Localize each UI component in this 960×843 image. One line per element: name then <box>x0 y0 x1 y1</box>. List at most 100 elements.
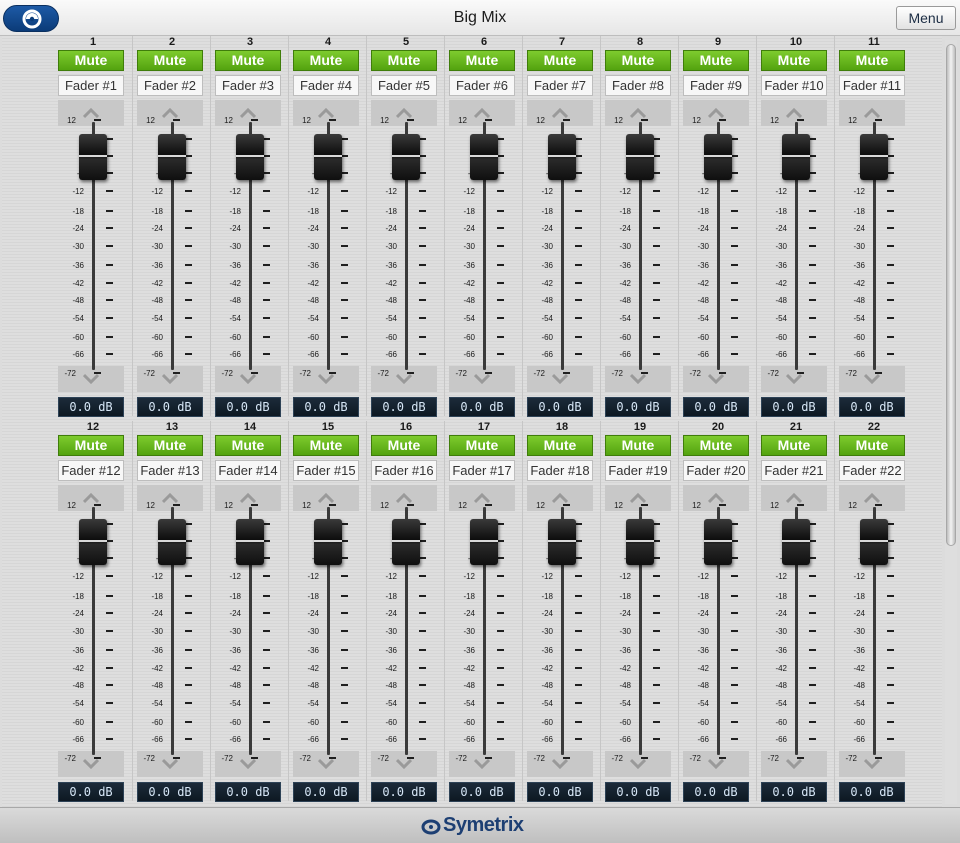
scale-tick-mark <box>731 353 738 355</box>
mute-button[interactable]: Mute <box>527 50 593 71</box>
level-readout[interactable]: 0.0 dB <box>605 782 671 802</box>
scale-tick-mark <box>887 227 894 229</box>
mute-button[interactable]: Mute <box>683 50 749 71</box>
fader-knob[interactable] <box>392 519 420 565</box>
fader-knob[interactable] <box>470 519 498 565</box>
fader-knob[interactable] <box>236 134 264 180</box>
fader-knob[interactable] <box>626 134 654 180</box>
level-readout[interactable]: 0.0 dB <box>839 782 905 802</box>
scale-tick-label: -12 <box>151 572 163 581</box>
fader-knob[interactable] <box>314 519 342 565</box>
mute-button[interactable]: Mute <box>839 50 905 71</box>
level-readout[interactable]: 0.0 dB <box>293 782 359 802</box>
fader-knob[interactable] <box>79 134 107 180</box>
fader-knob[interactable] <box>860 519 888 565</box>
scale-tick-label: -60 <box>72 333 84 342</box>
level-readout[interactable]: 0.0 dB <box>371 397 437 417</box>
mute-button[interactable]: Mute <box>371 435 437 456</box>
scale-tick-label: 12 <box>458 501 467 510</box>
mute-button[interactable]: Mute <box>761 435 827 456</box>
fader-knob[interactable] <box>236 519 264 565</box>
mute-button[interactable]: Mute <box>839 435 905 456</box>
scale-tick-mark <box>887 138 894 140</box>
scale-tick-mark <box>263 667 270 669</box>
scale-tick-mark <box>341 612 348 614</box>
level-readout[interactable]: 0.0 dB <box>839 397 905 417</box>
menu-button[interactable]: Menu <box>896 6 956 30</box>
mute-button[interactable]: Mute <box>761 50 827 71</box>
mute-button[interactable]: Mute <box>58 50 124 71</box>
fader-knob[interactable] <box>79 519 107 565</box>
scale-tick-label: -18 <box>229 592 241 601</box>
level-readout[interactable]: 0.0 dB <box>58 782 124 802</box>
mute-button[interactable]: Mute <box>215 435 281 456</box>
fader-knob[interactable] <box>626 519 654 565</box>
scale-tick-label: -42 <box>619 279 631 288</box>
mute-button[interactable]: Mute <box>215 50 281 71</box>
level-readout[interactable]: 0.0 dB <box>527 782 593 802</box>
mute-button[interactable]: Mute <box>371 50 437 71</box>
scale-tick-mark <box>341 595 348 597</box>
fader-knob[interactable] <box>314 134 342 180</box>
level-readout[interactable]: 0.0 dB <box>371 782 437 802</box>
scale-tick-mark <box>419 523 426 525</box>
fader-knob[interactable] <box>782 519 810 565</box>
level-readout[interactable]: 0.0 dB <box>58 397 124 417</box>
fader-knob[interactable] <box>782 134 810 180</box>
mute-button[interactable]: Mute <box>293 50 359 71</box>
scale-tick-label: -72 <box>455 369 467 378</box>
level-readout[interactable]: 0.0 dB <box>761 782 827 802</box>
mute-button[interactable]: Mute <box>449 50 515 71</box>
mute-button[interactable]: Mute <box>293 435 359 456</box>
level-readout[interactable]: 0.0 dB <box>449 397 515 417</box>
fader-knob[interactable] <box>470 134 498 180</box>
mute-button[interactable]: Mute <box>683 435 749 456</box>
mute-button[interactable]: Mute <box>137 50 203 71</box>
level-readout[interactable]: 0.0 dB <box>527 397 593 417</box>
chevron-down-icon <box>318 758 334 770</box>
level-readout[interactable]: 0.0 dB <box>137 397 203 417</box>
scale-tick-mark <box>497 172 504 174</box>
scale-tick-label: -36 <box>775 646 787 655</box>
scale-tick-mark <box>653 190 660 192</box>
mute-button[interactable]: Mute <box>58 435 124 456</box>
fader-knob[interactable] <box>392 134 420 180</box>
level-readout[interactable]: 0.0 dB <box>761 397 827 417</box>
level-readout[interactable]: 0.0 dB <box>215 782 281 802</box>
scale-tick-mark <box>653 575 660 577</box>
level-readout[interactable]: 0.0 dB <box>683 397 749 417</box>
scale-tick-label: -66 <box>151 735 163 744</box>
fader-strip: 7MuteFader #71260-6-12-18-24-30-36-42-48… <box>522 36 601 417</box>
scale-tick-mark <box>497 557 504 559</box>
scale-tick-label: -66 <box>541 735 553 744</box>
level-readout[interactable]: 0.0 dB <box>605 397 671 417</box>
mute-button[interactable]: Mute <box>137 435 203 456</box>
scale-tick-mark <box>497 190 504 192</box>
mute-button[interactable]: Mute <box>449 435 515 456</box>
level-readout[interactable]: 0.0 dB <box>683 782 749 802</box>
scale-tick-mark <box>263 138 270 140</box>
fader-knob[interactable] <box>704 134 732 180</box>
mute-button[interactable]: Mute <box>605 435 671 456</box>
scrollbar-thumb[interactable] <box>946 44 956 546</box>
scale-tick-mark <box>341 702 348 704</box>
fader-knob[interactable] <box>860 134 888 180</box>
level-readout[interactable]: 0.0 dB <box>449 782 515 802</box>
scale-tick-label: -36 <box>463 261 475 270</box>
scale-tick-label: 12 <box>302 116 311 125</box>
level-readout[interactable]: 0.0 dB <box>215 397 281 417</box>
fader-knob[interactable] <box>158 519 186 565</box>
scale-tick-label: -54 <box>385 314 397 323</box>
mute-button[interactable]: Mute <box>605 50 671 71</box>
level-readout[interactable]: 0.0 dB <box>137 782 203 802</box>
fader-knob[interactable] <box>158 134 186 180</box>
fader-knob[interactable] <box>548 134 576 180</box>
scale-tick-label: -60 <box>697 718 709 727</box>
level-readout[interactable]: 0.0 dB <box>293 397 359 417</box>
mute-button[interactable]: Mute <box>527 435 593 456</box>
fader-knob[interactable] <box>548 519 576 565</box>
scale-tick-mark <box>419 630 426 632</box>
chevron-up-icon <box>162 107 178 119</box>
fader-knob[interactable] <box>704 519 732 565</box>
scale-tick-mark <box>887 595 894 597</box>
